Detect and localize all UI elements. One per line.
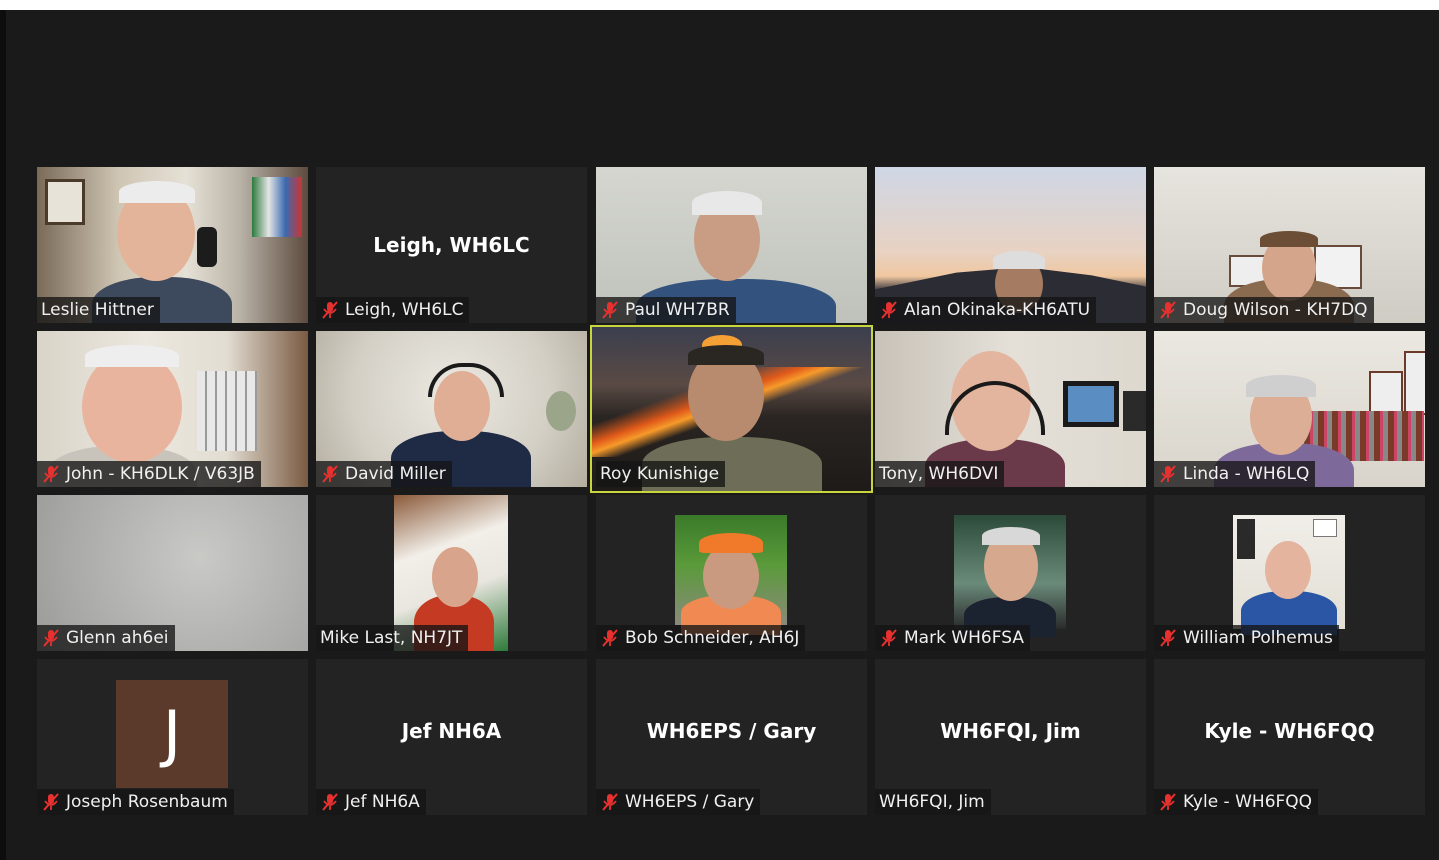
participant-name-label: William Polhemus [1154, 625, 1339, 651]
participant-tile-william[interactable]: William Polhemus [1154, 495, 1425, 651]
participant-name-label: Paul WH7BR [596, 297, 736, 323]
participant-tile-doug[interactable]: Doug Wilson - KH7DQ [1154, 167, 1425, 323]
mic-muted-icon [322, 465, 338, 483]
mic-muted-icon [881, 629, 897, 647]
participant-name-label: Leslie Hittner [37, 297, 160, 323]
participant-name-label: WH6EPS / Gary [596, 789, 761, 815]
participant-name-label: Linda - WH6LQ [1154, 461, 1316, 487]
participant-tile-tony[interactable]: Tony, WH6DVI [875, 331, 1146, 487]
participant-tile-bob[interactable]: Bob Schneider, AH6J [596, 495, 867, 651]
participant-tile-leslie[interactable]: Leslie Hittner [37, 167, 308, 323]
participant-tile-mike[interactable]: Mike Last, NH7JT [316, 495, 587, 651]
mic-muted-icon [322, 301, 338, 319]
mic-muted-icon [1160, 301, 1176, 319]
participant-display-name: Kyle - WH6FQQ [1204, 719, 1375, 743]
mic-muted-icon [43, 629, 59, 647]
avatar: J [116, 680, 228, 788]
mic-muted-icon [602, 301, 618, 319]
mic-muted-icon [602, 629, 618, 647]
participant-name-label: Tony, WH6DVI [875, 461, 1005, 487]
participant-name-label: Joseph Rosenbaum [37, 789, 234, 815]
participant-display-name: Leigh, WH6LC [373, 233, 530, 257]
participant-display-name: WH6EPS / Gary [646, 719, 817, 743]
participant-tile-john[interactable]: John - KH6DLK / V63JB [37, 331, 308, 487]
participant-name-label: Mike Last, NH7JT [316, 625, 469, 651]
participant-name-label: David Miller [316, 461, 452, 487]
participant-name-label: Mark WH6FSA [875, 625, 1030, 651]
mic-muted-icon [1160, 629, 1176, 647]
participant-tile-gary[interactable]: WH6EPS / Gary WH6EPS / Gary [596, 659, 867, 815]
mic-muted-icon [43, 465, 59, 483]
mic-muted-icon [1160, 465, 1176, 483]
participant-name-label: John - KH6DLK / V63JB [37, 461, 261, 487]
participant-name-label: WH6FQI, Jim [875, 789, 991, 815]
participant-tile-mark[interactable]: Mark WH6FSA [875, 495, 1146, 651]
participant-name-label: Doug Wilson - KH7DQ [1154, 297, 1374, 323]
participant-tile-alan[interactable]: Alan Okinaka-KH6ATU [875, 167, 1146, 323]
participant-tile-linda[interactable]: Linda - WH6LQ [1154, 331, 1425, 487]
video-feed [954, 515, 1066, 637]
video-feed [1233, 515, 1345, 635]
participant-name-label: Kyle - WH6FQQ [1154, 789, 1319, 815]
mic-muted-icon [43, 793, 59, 811]
mic-muted-icon [322, 793, 338, 811]
participant-name-label: Alan Okinaka-KH6ATU [875, 297, 1097, 323]
participant-tile-joseph[interactable]: J Joseph Rosenbaum [37, 659, 308, 815]
participant-tile-glenn[interactable]: Glenn ah6ei [37, 495, 308, 651]
participant-tile-leigh[interactable]: Leigh, WH6LC Leigh, WH6LC [316, 167, 587, 323]
mic-muted-icon [881, 301, 897, 319]
gallery-view: Leslie Hittner Leigh, WH6LC Leigh, WH6LC… [6, 10, 1439, 860]
participant-name-label: Bob Schneider, AH6J [596, 625, 806, 651]
participant-name-label: Leigh, WH6LC [316, 297, 470, 323]
mic-muted-icon [602, 793, 618, 811]
mic-muted-icon [1160, 793, 1176, 811]
participant-tile-roy-active-speaker[interactable]: Roy Kunishige [590, 325, 873, 493]
participant-tile-paul[interactable]: Paul WH7BR [596, 167, 867, 323]
participant-tile-david[interactable]: David Miller [316, 331, 587, 487]
participant-tile-jef[interactable]: Jef NH6A Jef NH6A [316, 659, 587, 815]
participant-tile-kyle[interactable]: Kyle - WH6FQQ Kyle - WH6FQQ [1154, 659, 1425, 815]
video-feed [675, 515, 787, 635]
participant-name-label: Glenn ah6ei [37, 625, 175, 651]
participant-display-name: WH6FQI, Jim [940, 719, 1081, 743]
participant-tile-jim[interactable]: WH6FQI, Jim WH6FQI, Jim [875, 659, 1146, 815]
participant-name-label: Roy Kunishige [596, 461, 726, 487]
participant-display-name: Jef NH6A [401, 719, 502, 743]
participant-name-label: Jef NH6A [316, 789, 426, 815]
